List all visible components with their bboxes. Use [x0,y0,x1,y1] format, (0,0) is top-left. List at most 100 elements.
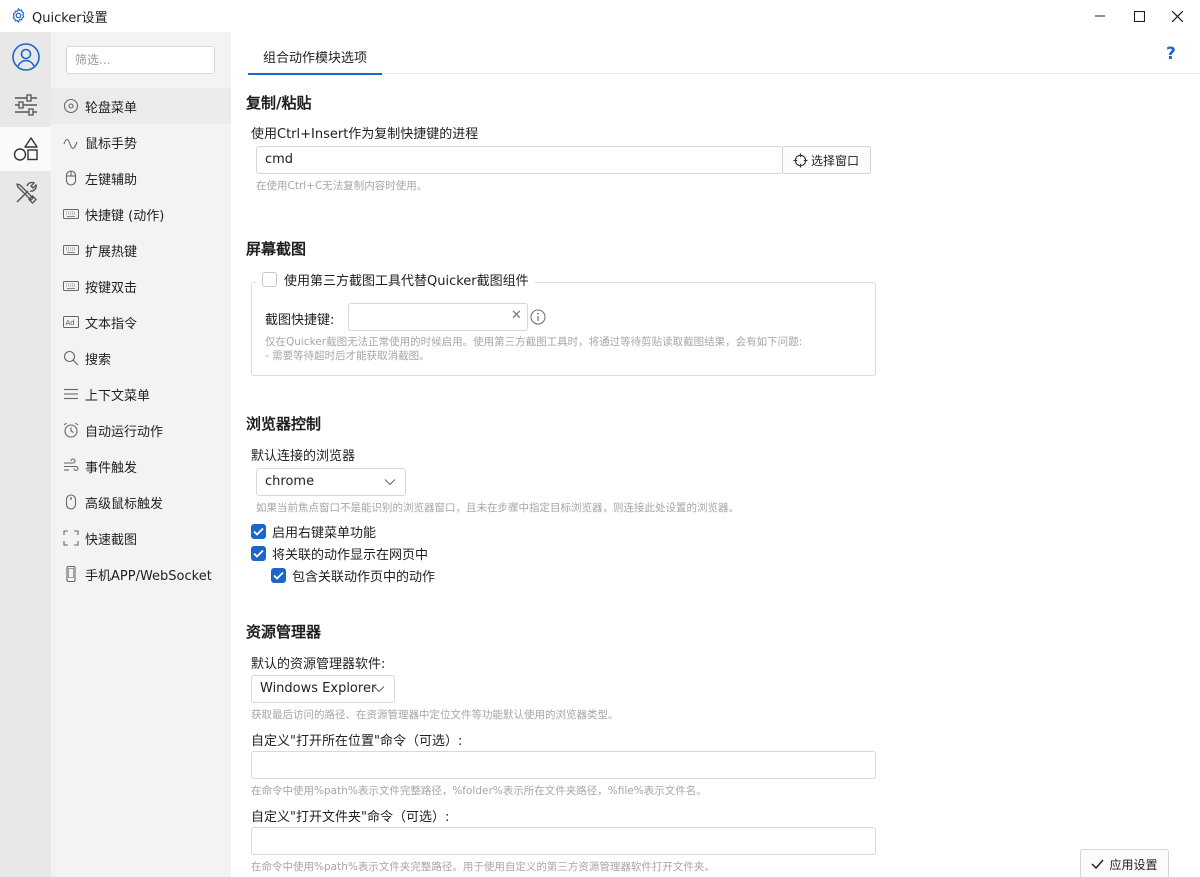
open-location-input[interactable] [251,751,876,779]
sidebar-filter-input[interactable] [66,46,215,74]
apply-settings-label: 应用设置 [1109,857,1158,872]
screenshot-hint-line2: - 需要等待超时后才能获取消截图。 [265,350,430,362]
default-explorer-value: Windows Explorer [260,681,377,696]
iconbar-shapes[interactable] [0,127,51,171]
sidebar-item-quick-screenshot[interactable]: 快速截图 [51,520,231,556]
maximize-icon [1133,10,1145,22]
default-explorer-label: 默认的资源管理器软件: [251,657,386,672]
open-folder-input[interactable] [251,827,876,855]
iconbar-user[interactable] [0,35,51,79]
keyboard-icon [63,242,79,258]
sidebar-item-key-double[interactable]: 按键双击 [51,268,231,304]
svg-text:Ad: Ad [66,319,75,327]
keyboard-icon [63,278,79,294]
sidebar-item-wheel-menu[interactable]: 轮盘菜单 [51,88,231,124]
close-button[interactable] [1154,0,1200,32]
sidebar-item-label: 高级鼠标触发 [85,497,164,512]
third-party-screenshot-checkbox-row[interactable]: 使用第三方截图工具代替Quicker截图组件 [256,270,535,289]
screenshot-hotkey-input[interactable] [348,303,528,331]
sidebar-item-label: 搜索 [85,353,112,368]
alarm-icon [63,422,79,438]
main-panel: 组合动作模块选项 ? 复制/粘贴 使用Ctrl+Insert作为复制快捷键的进程… [231,32,1200,877]
open-folder-label: 自定义"打开文件夹"命令（可选）: [251,810,450,825]
text-ad-icon: Ad [63,314,79,330]
sidebar-item-label: 左键辅助 [85,173,138,188]
browser-option-include-linked[interactable]: 包含关联动作页中的动作 [271,566,435,585]
sidebar-item-search[interactable]: 搜索 [51,340,231,376]
screenshot-hotkey-label: 截图快捷键: [265,313,335,328]
section-heading-explorer: 资源管理器 [246,623,322,641]
sidebar-item-label: 上下文菜单 [85,389,151,404]
copy-process-hint: 在使用Ctrl+C无法复制内容时使用。 [256,180,428,192]
sidebar-item-label: 快捷键 (动作) [85,209,165,224]
sidebar-item-label: 按键双击 [85,281,138,296]
sidebar-item-label: 手机APP/WebSocket [85,569,212,584]
default-browser-label: 默认连接的浏览器 [251,449,356,464]
section-heading-browser: 浏览器控制 [246,415,322,433]
select-window-button[interactable]: 选择窗口 [782,146,871,174]
crosshair-icon [793,152,808,168]
checkmark-icon [1091,859,1105,869]
default-browser-value: chrome [265,474,315,489]
copy-process-input[interactable]: cmd [256,146,783,174]
default-explorer-select[interactable]: Windows Explorer [251,675,395,703]
sidebar-item-mobile-app[interactable]: 手机APP/WebSocket [51,556,231,592]
search-icon [63,350,79,366]
minimize-icon [1095,15,1105,17]
default-browser-select[interactable]: chrome [256,468,406,496]
checkbox-checked[interactable] [251,546,266,561]
third-party-screenshot-checkbox[interactable] [262,272,277,287]
wheel-icon [63,98,79,114]
sidebar-item-left-click[interactable]: 左键辅助 [51,160,231,196]
screenshot-icon [63,530,79,546]
checkbox-checked[interactable] [251,524,266,539]
help-icon[interactable]: ? [1166,44,1176,64]
sidebar-item-auto-run[interactable]: 自动运行动作 [51,412,231,448]
sidebar-item-label: 文本指令 [85,317,138,332]
tools-icon [15,181,37,204]
open-location-label: 自定义"打开所在位置"命令（可选）: [251,734,463,749]
window-title: Quicker设置 [32,11,108,26]
default-explorer-hint: 获取最后访问的路径、在资源管理器中定位文件等功能默认使用的浏览器类型。 [251,709,619,721]
browser-option-label: 将关联的动作显示在网页中 [272,548,429,563]
checkbox-checked[interactable] [271,568,286,583]
open-folder-hint: 在命令中使用%path%表示文件夹完整路径。用于使用自定义的第三方资源管理器软件… [251,861,715,873]
clear-hotkey-icon[interactable]: ✕ [511,308,522,323]
sidebar-item-label: 事件触发 [85,461,138,476]
apply-settings-button[interactable]: 应用设置 [1080,849,1169,877]
sidebar: 轮盘菜单 鼠标手势 左键辅助 快捷键 (动作) 扩展热键 按键双击 Ad 文本指… [51,32,231,877]
sidebar-item-mouse-gesture[interactable]: 鼠标手势 [51,124,231,160]
browser-option-context-menu[interactable]: 启用右键菜单功能 [251,522,376,541]
sliders-icon [14,94,37,116]
sidebar-item-context-menu[interactable]: 上下文菜单 [51,376,231,412]
mouse-icon [63,494,79,510]
section-heading-copy-paste: 复制/粘贴 [246,94,312,112]
open-location-hint: 在命令中使用%path%表示文件完整路径，%folder%表示所在文件夹路径，%… [251,785,707,797]
browser-option-show-actions[interactable]: 将关联的动作显示在网页中 [251,544,428,563]
section-heading-screenshot: 屏幕截图 [246,240,307,258]
sidebar-item-event-trigger[interactable]: 事件触发 [51,448,231,484]
sidebar-item-label: 自动运行动作 [85,425,164,440]
copy-process-label: 使用Ctrl+Insert作为复制快捷键的进程 [251,127,479,142]
browser-option-label: 启用右键菜单功能 [272,526,377,541]
checkmark-icon [253,549,264,558]
iconbar-sliders[interactable] [0,83,51,127]
checkmark-icon [273,571,284,580]
mouse-icon [63,170,79,186]
tab-module-options[interactable]: 组合动作模块选项 [248,32,383,75]
chevron-down-icon [384,479,396,486]
info-icon[interactable] [530,309,546,325]
menu-icon [63,386,79,402]
sidebar-item-ext-hotkey[interactable]: 扩展热键 [51,232,231,268]
iconbar-tools[interactable] [0,171,51,215]
sidebar-item-label: 扩展热键 [85,245,138,260]
checkmark-icon [253,527,264,536]
sidebar-item-advanced-mouse[interactable]: 高级鼠标触发 [51,484,231,520]
sidebar-item-text-command[interactable]: Ad 文本指令 [51,304,231,340]
phone-icon [63,566,79,582]
tab-strip: 组合动作模块选项 [248,32,1200,75]
select-window-label: 选择窗口 [811,153,860,168]
sidebar-item-label: 鼠标手势 [85,137,138,152]
third-party-screenshot-label: 使用第三方截图工具代替Quicker截图组件 [284,274,529,289]
sidebar-item-hotkey-action[interactable]: 快捷键 (动作) [51,196,231,232]
